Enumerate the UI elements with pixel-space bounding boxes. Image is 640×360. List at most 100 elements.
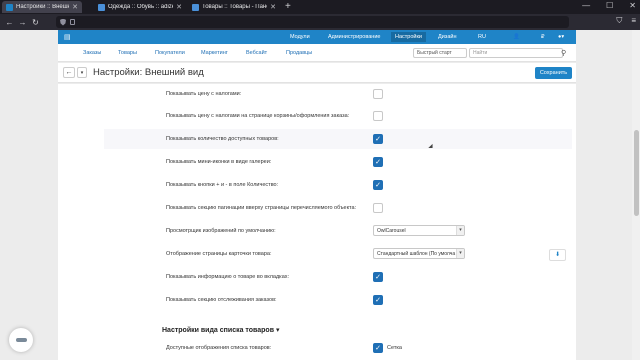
menu-customers[interactable]: Покупатели <box>155 50 185 56</box>
shield-icon[interactable] <box>60 18 66 26</box>
new-tab-button[interactable]: + <box>285 1 291 12</box>
chevron-down-icon: ▾ <box>456 226 464 235</box>
user-icon[interactable]: 👤 <box>513 34 520 40</box>
checkbox-checked[interactable]: ✓ <box>373 295 383 305</box>
image-viewer-select[interactable]: OwlCarousel ▾ <box>373 225 465 236</box>
chevron-down-icon: ▾ <box>456 249 464 258</box>
lock-icon[interactable] <box>70 19 75 25</box>
close-icon[interactable]: ✕ <box>72 3 78 11</box>
setting-row: Показывать цену с налогами на странице к… <box>104 106 572 126</box>
setting-row: Доступные отображения списка товаров: ✓ … <box>104 340 572 360</box>
chat-widget-button[interactable] <box>9 328 33 352</box>
setting-row: Показывать кнопки + и - в поле Количеств… <box>104 175 572 195</box>
dropdown-button[interactable]: ▾ <box>77 67 87 78</box>
search-input[interactable]: Найти <box>469 48 563 58</box>
admin-main-menu: Заказы Товары Покупатели Маркетинг Вебса… <box>58 44 576 62</box>
checkbox-checked[interactable]: ✓ <box>373 134 383 144</box>
admin-top-menu: ▤ Модули Администрирование Настройки Диз… <box>58 30 576 44</box>
address-bar[interactable] <box>56 16 569 28</box>
browser-tab-bar: Настройки :: Внешний вид ✕ Одежда :: Обу… <box>0 0 640 14</box>
site-favicon-icon <box>6 3 13 11</box>
menu-website[interactable]: Вебсайт <box>246 50 267 56</box>
setting-row: Показывать цену с налогами: <box>104 84 572 104</box>
menu-modules[interactable]: Модули <box>290 34 310 40</box>
setting-label: Просмотрщик изображений по умолчанию: <box>166 228 276 234</box>
tab-settings-appearance[interactable]: Настройки :: Внешний вид ✕ <box>2 1 82 13</box>
setting-label: Показывать цену с налогами: <box>166 91 242 97</box>
setting-label: Показывать цену с налогами на странице к… <box>166 113 350 119</box>
window-controls: — ☐ ✕ <box>582 1 636 10</box>
menu-currency[interactable]: ₽ <box>541 34 545 40</box>
reload-icon[interactable]: ↻ <box>29 18 42 27</box>
page-header: ← ▾ Настройки: Внешний вид Сохранить <box>58 63 576 83</box>
save-button[interactable]: Сохранить <box>535 67 572 79</box>
setting-label: Показывать кнопки + и - в поле Количеств… <box>166 182 279 188</box>
checkbox-checked[interactable]: ✓ <box>373 343 383 353</box>
close-window-button[interactable]: ✕ <box>629 1 636 10</box>
quick-start-label: Быстрый старт <box>417 50 452 56</box>
search-icon[interactable]: ⚲ <box>561 49 566 57</box>
edit-layout-button[interactable]: ⬇ <box>549 249 566 261</box>
checkbox-checked[interactable]: ✓ <box>373 272 383 282</box>
menu-design[interactable]: Дизайн <box>438 34 457 40</box>
site-favicon-icon <box>192 3 199 11</box>
setting-row: Отображение страницы карточки товара: Ст… <box>104 244 572 264</box>
menu-icon[interactable]: ≡ <box>631 16 636 26</box>
setting-label: Отображение страницы карточки товара: <box>166 251 272 257</box>
checkbox[interactable] <box>373 89 383 99</box>
scrollbar-thumb[interactable] <box>634 130 639 216</box>
menu-language[interactable]: RU <box>478 34 486 40</box>
setting-row: Показывать секцию отслеживания заказов: … <box>104 290 572 310</box>
setting-row: Показывать секцию пагинации вверху стран… <box>104 198 572 218</box>
tab-products[interactable]: Товары :: Товары - Панель ад ✕ <box>188 1 280 13</box>
section-title-text: Настройки вида списка товаров <box>162 327 274 334</box>
setting-label: Показывать информацию о товаре во вкладк… <box>166 274 290 280</box>
setting-row: Просмотрщик изображений по умолчанию: Ow… <box>104 221 572 241</box>
page-scrollbar[interactable] <box>632 30 640 360</box>
menu-vendors[interactable]: Продавцы <box>286 50 312 56</box>
back-arrow-icon[interactable]: ← <box>3 18 16 27</box>
tab-label: Товары :: Товары - Панель ад <box>202 4 267 10</box>
menu-orders[interactable]: Заказы <box>83 50 101 56</box>
checkbox[interactable] <box>373 203 383 213</box>
checkbox[interactable] <box>373 111 383 121</box>
account-icon[interactable]: ●▾ <box>558 34 564 40</box>
checkbox-checked[interactable]: ✓ <box>373 180 383 190</box>
browser-nav-bar: ← → ↻ ⛉ ≡ <box>0 14 640 30</box>
web-page: ▤ Модули Администрирование Настройки Диз… <box>0 30 632 360</box>
minimize-button[interactable]: — <box>582 1 590 10</box>
setting-row: Показывать количество доступных товаров:… <box>104 129 572 149</box>
page-title: Настройки: Внешний вид <box>93 67 204 78</box>
section-title[interactable]: Настройки вида списка товаров ▾ <box>162 326 279 334</box>
site-favicon-icon <box>98 3 105 11</box>
chat-icon <box>15 338 27 342</box>
quick-start-dropdown[interactable]: Быстрый старт <box>413 48 467 58</box>
setting-label: Доступные отображения списка товаров: <box>166 345 272 351</box>
select-value: Стандартный шаблон (По умолча <box>377 251 456 257</box>
tab-label: Настройки :: Внешний вид <box>16 4 69 10</box>
forward-arrow-icon[interactable]: → <box>16 18 29 27</box>
setting-label: Показывать секцию пагинации вверху стран… <box>166 205 357 211</box>
menu-products[interactable]: Товары <box>118 50 137 56</box>
menu-administration[interactable]: Администрирование <box>328 34 380 40</box>
tab-footwear[interactable]: Одежда :: Обувь :: adizero Ru ✕ <box>94 1 186 13</box>
menu-marketing[interactable]: Маркетинг <box>201 50 228 56</box>
shield-icon[interactable]: ⛉ <box>616 16 622 26</box>
maximize-button[interactable]: ☐ <box>606 1 613 10</box>
close-icon[interactable]: ✕ <box>270 3 276 11</box>
close-icon[interactable]: ✕ <box>176 3 182 11</box>
back-button[interactable]: ← <box>63 67 75 78</box>
checkbox-checked[interactable]: ✓ <box>373 157 383 167</box>
search-placeholder: Найти <box>473 50 488 56</box>
select-value: OwlCarousel <box>377 228 406 234</box>
tab-label: Одежда :: Обувь :: adizero Ru <box>108 4 173 10</box>
setting-row: Показывать мини-иконки в виде галереи: ✓ <box>104 152 572 172</box>
setting-row: Показывать информацию о товаре во вкладк… <box>104 267 572 287</box>
option-label: Сетка <box>387 345 402 351</box>
caret-down-icon: ▾ <box>275 327 280 334</box>
setting-label: Показывать мини-иконки в виде галереи: <box>166 159 272 165</box>
menu-settings[interactable]: Настройки <box>391 32 426 42</box>
setting-label: Показывать количество доступных товаров: <box>166 136 279 142</box>
product-page-template-select[interactable]: Стандартный шаблон (По умолча ▾ <box>373 248 465 259</box>
home-icon[interactable]: ▤ <box>64 33 71 41</box>
